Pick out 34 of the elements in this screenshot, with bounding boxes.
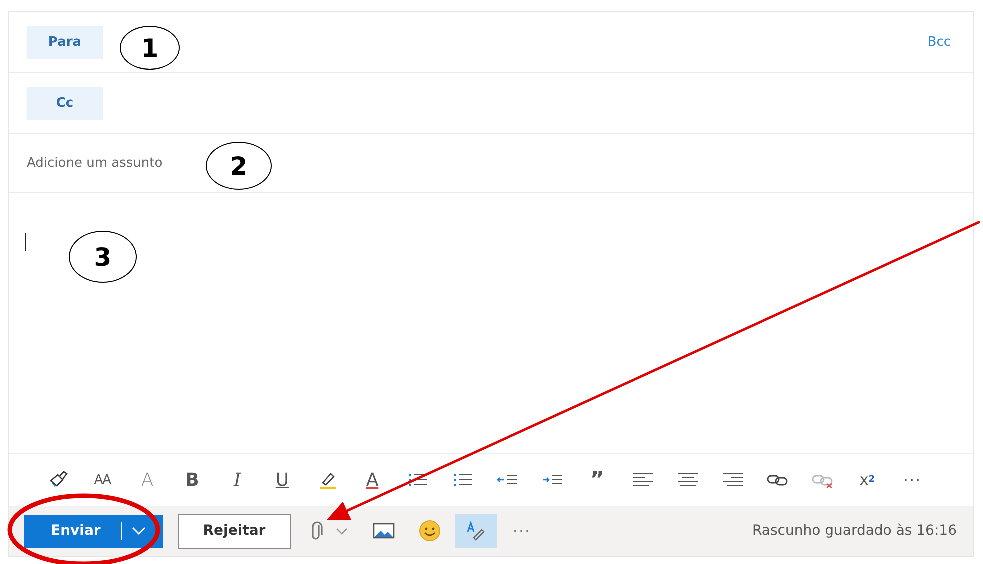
text-cursor — [25, 233, 26, 251]
draft-status: Rascunho guardado às 16:16 — [752, 523, 957, 539]
font-color-button[interactable]: A — [350, 462, 395, 498]
highlighter-icon — [318, 471, 338, 489]
number-callout: 2 — [206, 142, 272, 190]
more-button[interactable]: ··· — [890, 462, 935, 498]
indent-icon — [542, 473, 564, 487]
bold-button[interactable]: B — [170, 462, 215, 498]
discard-button[interactable]: Rejeitar — [178, 514, 291, 548]
number-callout: 3 — [69, 231, 137, 283]
caret-icon — [132, 527, 146, 535]
number-callout: 1 — [120, 26, 180, 70]
smiley-icon — [419, 520, 441, 542]
bcc-link[interactable]: Bcc — [928, 34, 951, 50]
cc-button[interactable]: Cc — [27, 86, 103, 120]
align-center-icon — [676, 472, 698, 488]
align-right-icon — [722, 472, 744, 488]
underline-button[interactable]: U — [260, 462, 305, 498]
editor-icon — [466, 521, 486, 541]
image-icon — [373, 523, 395, 539]
font-size-button[interactable]: AA — [80, 462, 125, 498]
send-label: Enviar — [51, 523, 101, 539]
outdent-icon — [496, 473, 518, 487]
quote-button[interactable]: ” — [575, 462, 620, 498]
to-button[interactable]: Para — [27, 26, 103, 58]
align-left-icon — [632, 472, 654, 488]
bulleted-list-icon — [408, 472, 428, 488]
superscript-button[interactable]: x$^{2}$ — [845, 462, 890, 498]
change-case-button[interactable]: A — [125, 462, 170, 498]
editor-button[interactable] — [455, 514, 497, 548]
send-split-button[interactable]: Enviar — [24, 514, 163, 548]
more-button[interactable]: ··· — [501, 514, 543, 548]
paintbrush-icon — [48, 471, 68, 489]
italic-button[interactable]: I — [215, 462, 260, 498]
